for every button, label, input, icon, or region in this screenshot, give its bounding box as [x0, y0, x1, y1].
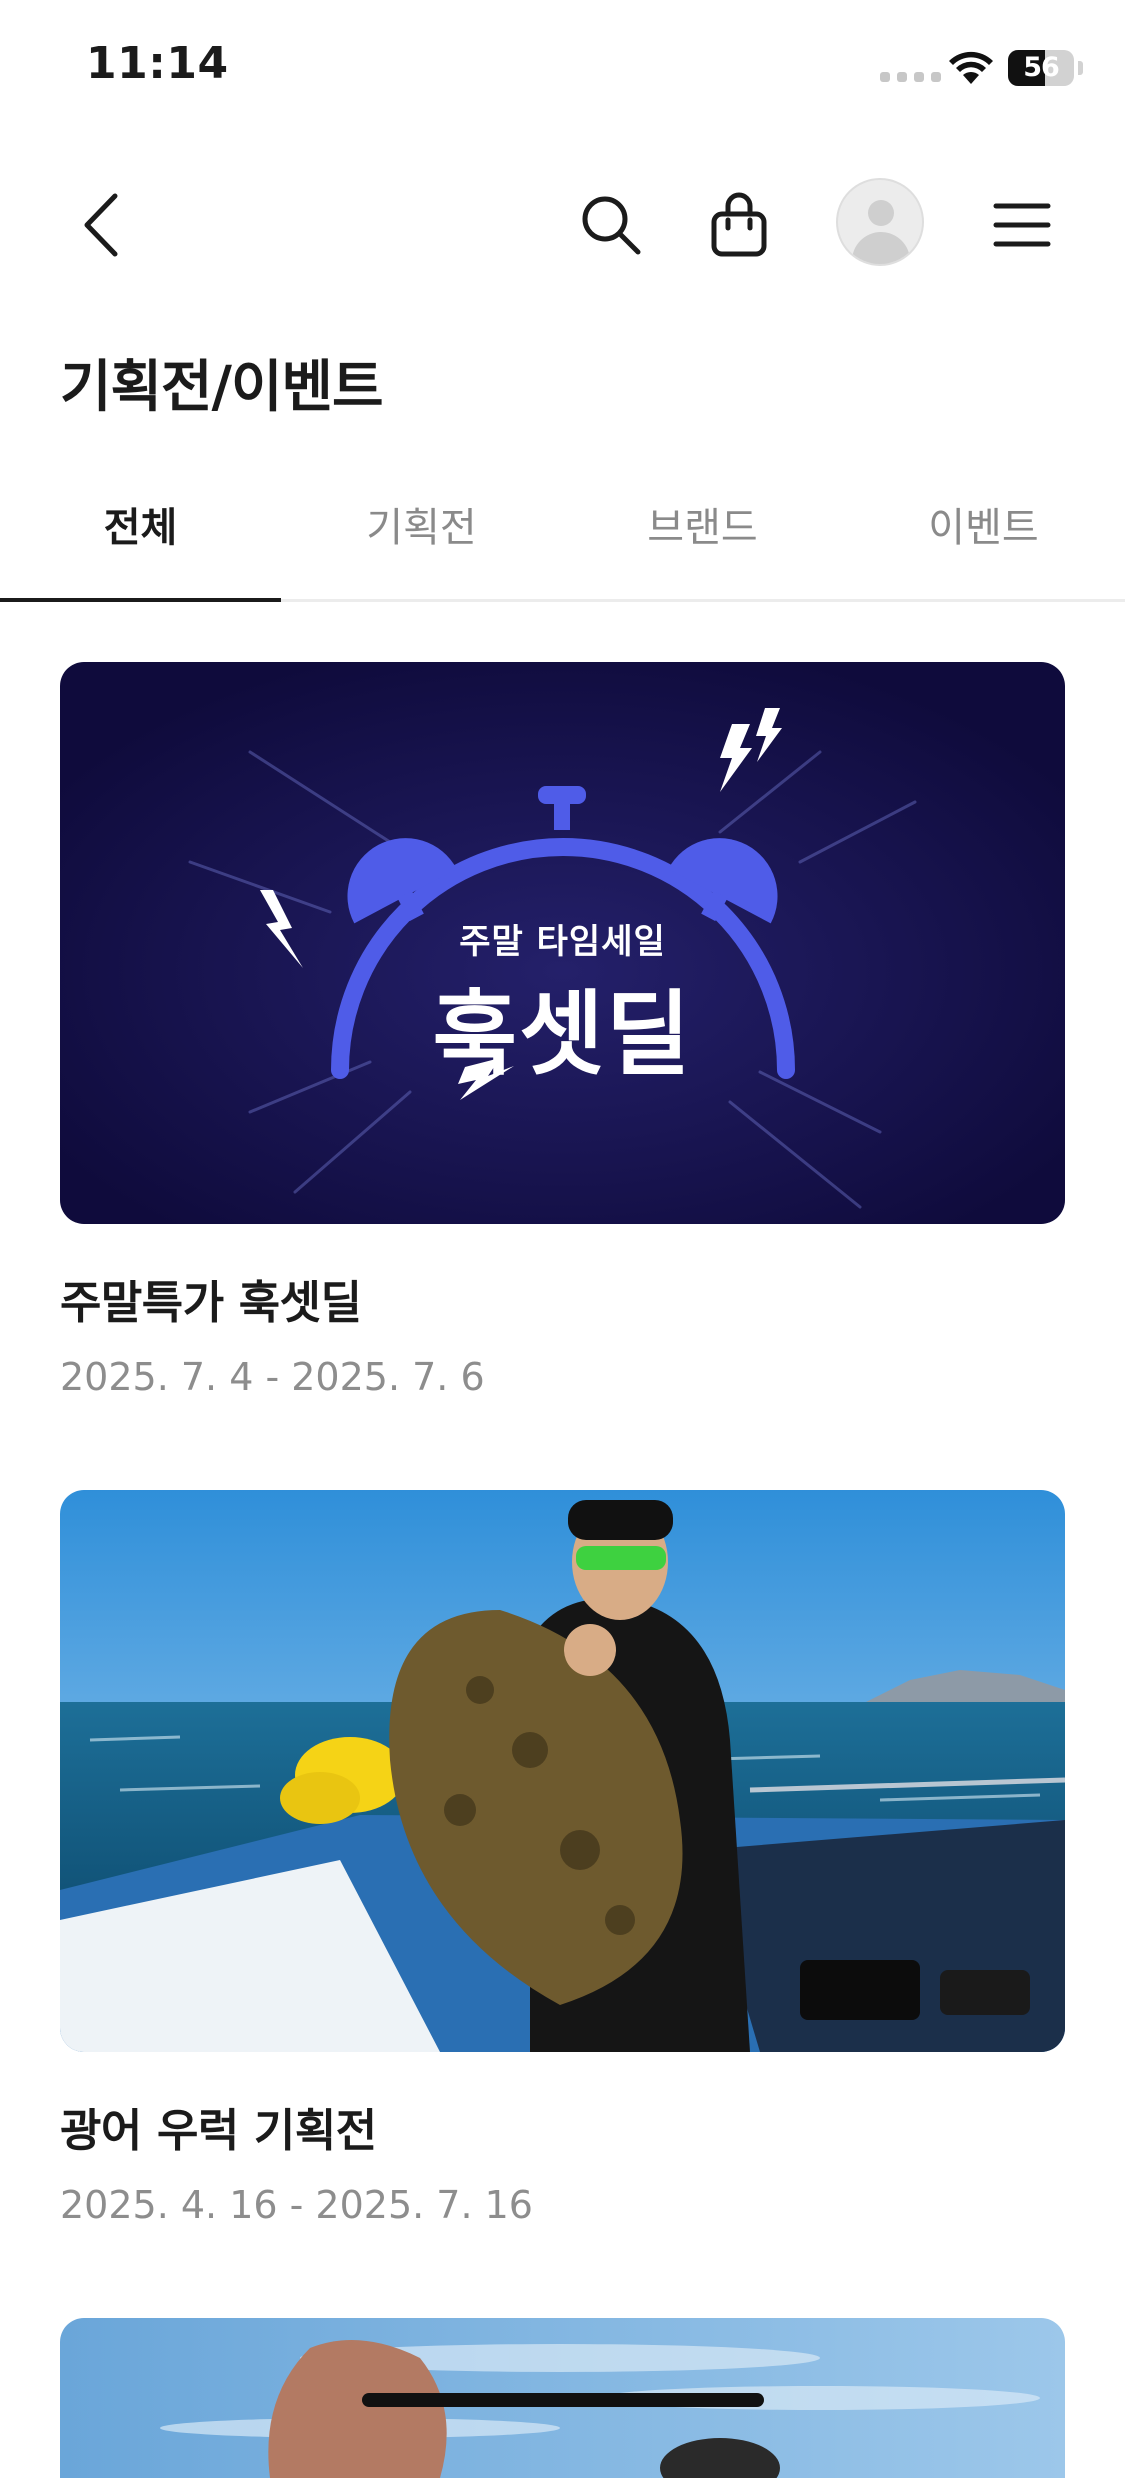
battery-icon: 56 — [1008, 50, 1074, 86]
event-title: 주말특가 훅셋딜 — [60, 1276, 362, 1329]
tab-all[interactable]: 전체 — [0, 482, 281, 602]
event-title: 광어 우럭 기획전 — [60, 2104, 377, 2157]
event-date-range: 2025. 7. 4 - 2025. 7. 6 — [60, 1355, 485, 1399]
category-tabs: 전체 기획전 브랜드 이벤트 — [0, 482, 1125, 602]
fisherman-photo — [60, 1490, 1065, 2052]
status-bar: 11:14 56 — [0, 0, 1125, 140]
battery-level: 56 — [1023, 52, 1060, 83]
user-avatar[interactable] — [836, 178, 924, 266]
event-banner-image: 주말 타임세일 훅셋딜 — [60, 662, 1065, 1224]
tab-brands[interactable]: 브랜드 — [562, 482, 843, 599]
home-indicator[interactable] — [362, 2393, 764, 2407]
avatar-shoulders — [852, 232, 910, 264]
event-card[interactable]: 광어 우럭 기획전 2025. 4. 16 - 2025. 7. 16 — [60, 1490, 1065, 2227]
tab-exhibitions[interactable]: 기획전 — [281, 482, 562, 599]
status-time: 11:14 — [86, 38, 229, 89]
avatar-head — [868, 200, 894, 226]
battery-cap — [1078, 61, 1083, 75]
search-button[interactable] — [561, 175, 661, 275]
hamburger-menu-icon — [993, 203, 1051, 247]
banner-subtitle: 주말 타임세일 — [459, 922, 666, 962]
page-title: 기획전/이벤트 — [60, 355, 384, 420]
wifi-icon — [949, 51, 993, 84]
event-photo — [60, 1490, 1065, 2052]
banner-title: 훅셋딜 — [432, 981, 693, 1088]
event-date-range: 2025. 4. 16 - 2025. 7. 16 — [60, 2183, 533, 2227]
tab-events[interactable]: 이벤트 — [843, 482, 1124, 599]
chevron-left-icon — [84, 193, 118, 257]
back-button[interactable] — [54, 175, 154, 275]
search-icon — [582, 196, 641, 255]
shopping-bag-icon — [711, 192, 767, 257]
top-navigation — [0, 160, 1125, 290]
menu-button[interactable] — [972, 175, 1072, 275]
cellular-signal-icon — [880, 72, 941, 82]
cart-button[interactable] — [689, 175, 789, 275]
event-card[interactable]: 주말 타임세일 훅셋딜 주말특가 훅셋딜 2025. 7. 4 - 2025. … — [60, 662, 1065, 1399]
